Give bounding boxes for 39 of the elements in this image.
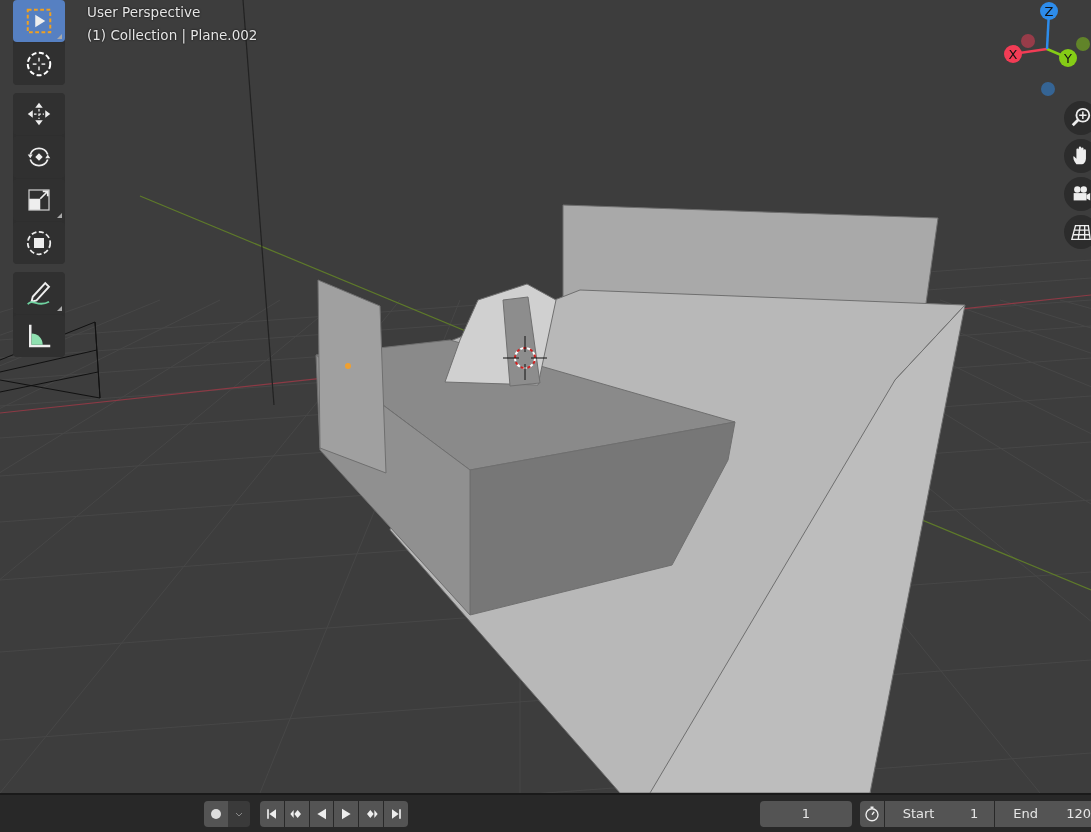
negative-axis-dot[interactable] [1021, 34, 1035, 48]
prev-key-button[interactable] [284, 800, 309, 827]
end-frame-field[interactable]: End 120 [995, 800, 1091, 827]
axis-handle[interactable] [1040, 2, 1058, 20]
object-info: (1) Collection | Plane.002 [87, 26, 258, 46]
axis-label: Z [1044, 4, 1054, 19]
tool-button[interactable] [13, 272, 65, 314]
next-key-button[interactable] [359, 800, 384, 827]
pan-view-button[interactable] [1064, 139, 1091, 173]
3d-cursor-icon [502, 335, 548, 381]
start-frame-field[interactable]: Start 1 [884, 800, 995, 827]
view-name: User Perspective [87, 3, 202, 22]
transform-icon [24, 228, 54, 258]
camera-view-button[interactable] [1064, 177, 1091, 211]
jump-end-button[interactable] [384, 800, 409, 827]
field-value: 1 [970, 806, 979, 821]
ortho-view-button[interactable] [1064, 215, 1091, 249]
axis-handle[interactable] [1004, 45, 1022, 63]
field-label: Start [902, 806, 935, 821]
crosshair-icon [24, 49, 54, 79]
zoom-view-button[interactable] [1064, 101, 1091, 135]
dot-icon [209, 807, 222, 820]
stopwatch-button[interactable] [859, 800, 884, 827]
play-reverse-button[interactable] [309, 800, 334, 827]
field-label: End [1013, 806, 1039, 821]
zoom-icon [1070, 107, 1091, 129]
origin-dot [345, 363, 351, 369]
field-value: 120 [1066, 806, 1091, 821]
jump-start-button[interactable] [259, 800, 284, 827]
negative-axis-dot[interactable] [1041, 82, 1055, 96]
axis-handle[interactable] [1059, 49, 1077, 67]
current-frame-field[interactable]: 1 [760, 800, 852, 827]
negative-axis-dot[interactable] [1076, 37, 1090, 51]
select-box-icon [24, 6, 54, 36]
axis-label: Y [1064, 51, 1072, 66]
axis-label: X [1008, 47, 1018, 62]
play-button[interactable] [334, 800, 359, 827]
stopwatch-icon [862, 804, 881, 823]
record-button[interactable] [204, 800, 228, 827]
